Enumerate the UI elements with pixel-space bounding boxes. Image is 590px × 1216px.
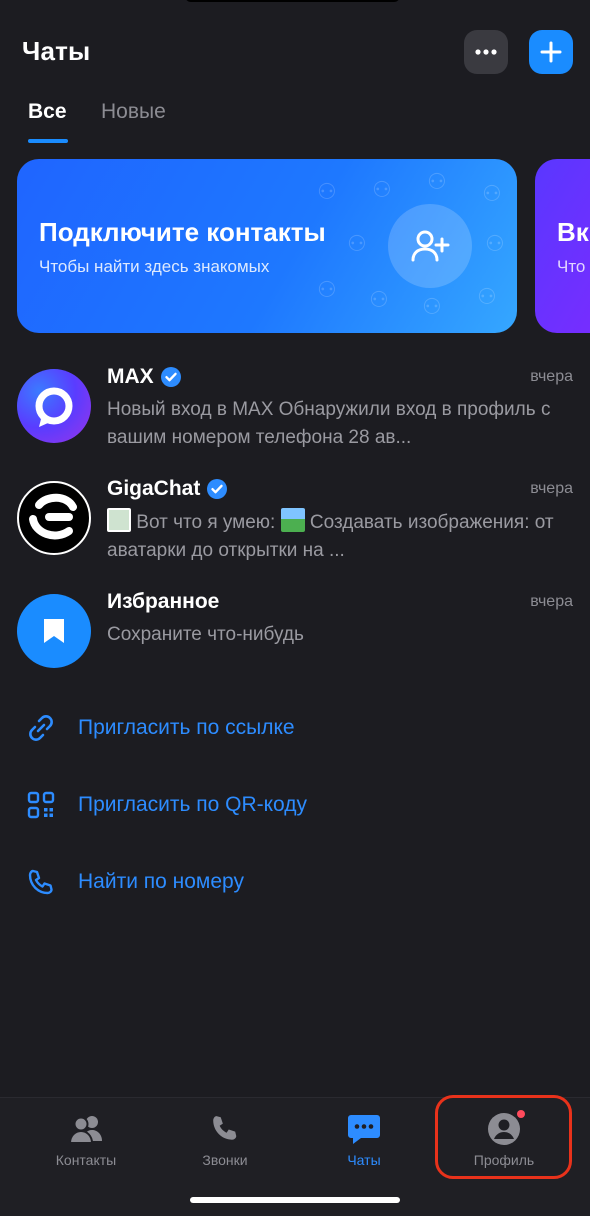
add-user-icon: ⚇ xyxy=(485,231,505,256)
second-banner[interactable]: Вк Что xyxy=(535,159,590,333)
avatar xyxy=(17,481,91,555)
add-user-icon: ⚇ xyxy=(317,179,337,204)
tab-label: Звонки xyxy=(202,1152,248,1168)
max-logo-icon xyxy=(35,387,73,427)
new-chat-button[interactable] xyxy=(529,30,573,74)
add-user-icon: ⚇ xyxy=(369,287,389,312)
chat-item-gigachat[interactable]: GigaChat вчера Вот что я умею: Создавать… xyxy=(0,477,590,591)
chat-time: вчера xyxy=(530,593,573,610)
add-contacts-button[interactable] xyxy=(388,204,472,288)
status-notch xyxy=(185,0,400,2)
find-by-number-button[interactable]: Найти по номеру xyxy=(24,862,244,902)
chat-preview-prefix: Вот что я умею: xyxy=(136,512,276,533)
chat-time: вчера xyxy=(530,480,573,497)
add-user-icon: ⚇ xyxy=(427,169,447,194)
chat-preview: Новый вход в MAX Обнаружили вход в профи… xyxy=(107,399,551,448)
chat-item-saved[interactable]: Избранное вчера Сохраните что-нибудь xyxy=(0,590,590,704)
banner-title: Подключите контакты xyxy=(39,217,326,247)
chat-preview: Вот что я умею: Создавать изображения: о… xyxy=(107,508,557,565)
more-button[interactable] xyxy=(464,30,508,74)
action-label: Пригласить по QR-коду xyxy=(78,793,308,816)
gigachat-logo-icon xyxy=(29,493,77,540)
chat-name: Избранное xyxy=(107,590,220,613)
chat-icon xyxy=(348,1115,380,1144)
avatar xyxy=(17,594,91,668)
phone-icon xyxy=(213,1116,237,1140)
add-user-icon: ⚇ xyxy=(422,294,442,319)
chat-name: GigaChat xyxy=(107,477,201,500)
avatar xyxy=(17,369,91,443)
tab-contacts[interactable]: Контакты xyxy=(26,1098,146,1168)
more-icon xyxy=(475,49,497,55)
tab-calls[interactable]: Звонки xyxy=(165,1098,285,1168)
tab-label: Чаты xyxy=(347,1152,381,1168)
second-banner-title: Вк xyxy=(557,217,589,247)
contacts-icon xyxy=(68,1116,102,1144)
landscape-image-icon xyxy=(280,508,305,532)
invite-by-link-button[interactable]: Пригласить по ссылке xyxy=(24,708,295,748)
banner-subtitle: Чтобы найти здесь знакомых xyxy=(39,257,270,276)
verified-icon xyxy=(207,479,228,499)
tab-active-indicator xyxy=(28,139,68,143)
add-user-icon: ⚇ xyxy=(317,277,337,302)
add-user-icon: ⚇ xyxy=(482,181,502,206)
second-banner-subtitle: Что xyxy=(557,257,586,276)
connect-contacts-banner[interactable]: ⚇ ⚇ ⚇ ⚇ ⚇ ⚇ ⚇ ⚇ ⚇ ⚇ Подключите контакты … xyxy=(17,159,517,333)
tab-label: Контакты xyxy=(55,1152,117,1168)
link-icon xyxy=(29,715,53,741)
qr-code-icon xyxy=(27,791,55,819)
add-user-icon: ⚇ xyxy=(347,231,367,256)
add-user-icon xyxy=(411,230,450,262)
chat-item-max[interactable]: MAX вчера Новый вход в MAX Обнаружили вх… xyxy=(0,365,590,479)
bookmark-icon xyxy=(44,619,64,643)
profile-tab-highlight xyxy=(435,1095,572,1179)
chat-name: MAX xyxy=(107,365,154,388)
image-thumbnail-icon xyxy=(107,508,131,532)
verified-icon xyxy=(160,367,181,387)
invite-by-qr-button[interactable]: Пригласить по QR-коду xyxy=(24,785,307,825)
tab-chats[interactable]: Чаты xyxy=(304,1098,424,1168)
chat-preview: Сохраните что-нибудь xyxy=(107,624,304,645)
add-user-icon: ⚇ xyxy=(477,284,497,309)
action-label: Найти по номеру xyxy=(78,870,244,893)
tab-all[interactable]: Все xyxy=(28,100,67,124)
chat-time: вчера xyxy=(530,368,573,385)
phone-icon xyxy=(28,869,53,895)
tab-new[interactable]: Новые xyxy=(101,100,166,124)
action-label: Пригласить по ссылке xyxy=(78,716,295,739)
plus-icon xyxy=(540,41,562,63)
home-indicator[interactable] xyxy=(190,1197,400,1203)
page-title: Чаты xyxy=(22,36,91,66)
add-user-icon: ⚇ xyxy=(372,177,392,202)
